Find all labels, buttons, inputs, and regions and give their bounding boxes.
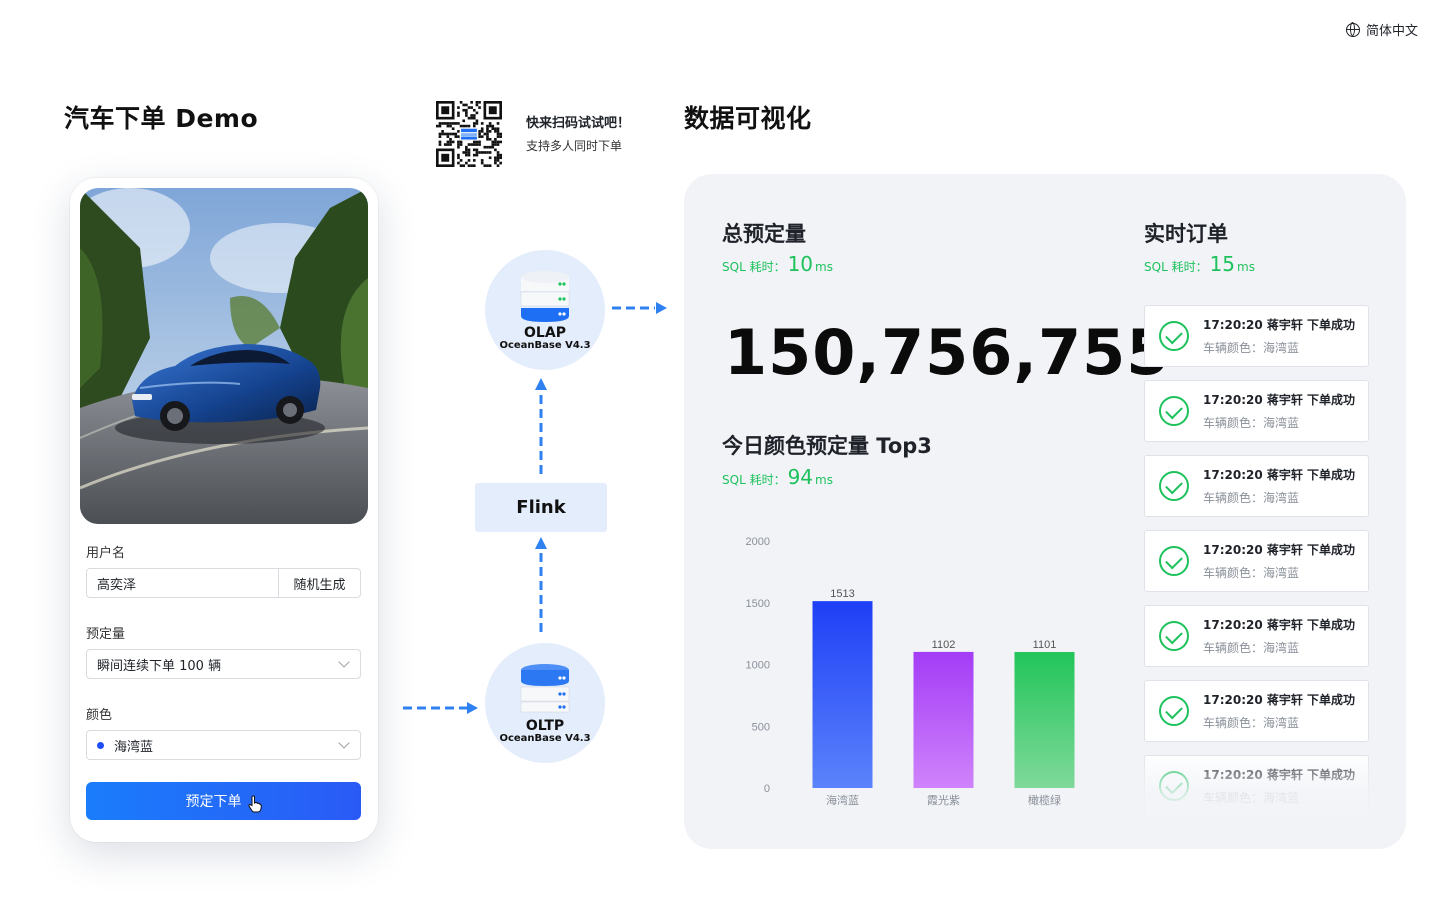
globe-icon [1345,22,1360,37]
hand-cursor-icon [247,795,262,813]
color-label: 颜色 [86,708,113,723]
check-circle-icon [1159,396,1189,426]
order-detail: 车辆颜色：海湾蓝 [1203,791,1300,805]
check-circle-icon [1159,621,1189,651]
order-detail: 车辆颜色：海湾蓝 [1203,416,1300,430]
order-item: 17:20:20 蒋宇轩 下单成功 车辆颜色：海湾蓝 [1144,530,1369,592]
qr-caption-line2: 支持多人同时下单 [526,139,623,153]
y-tick-label: 2000 [746,536,770,548]
olap-version: OceanBase V4.3 [499,340,591,351]
total-value: 150,756,755 [724,316,1171,389]
oltp-node: OLTP OceanBase V4.3 [485,643,605,763]
realtime-heading: 实时订单 [1144,222,1228,246]
qr-caption-line1: 快来扫码试试吧！ [526,116,631,131]
check-circle-icon [1159,321,1189,351]
color-select[interactable]: 海湾蓝 [86,730,361,760]
sql-unit: ms [1237,260,1255,274]
y-tick-label: 500 [752,721,770,733]
phone-mockup: 用户名 高奕泽 随机生成 预定量 瞬间连续下单 100 辆 颜色 海湾蓝 预定下… [70,178,378,842]
bar-1 [913,651,974,788]
top3-sql-time: SQL 耗时： 94 ms [722,465,833,489]
order-detail: 车辆颜色：海湾蓝 [1203,641,1300,655]
order-title: 17:20:20 蒋宇轩 下单成功 [1203,468,1356,482]
x-tick-label: 橄榄绿 [1028,793,1061,807]
bar-value-label: 1513 [830,588,854,600]
username-value[interactable]: 高奕泽 [87,574,278,593]
language-switch[interactable]: 简体中文 [1345,20,1418,39]
x-tick-label: 霞光紫 [927,793,960,807]
oltp-name: OLTP [525,718,565,734]
sql-label: SQL 耗时： [722,260,786,274]
sql-label: SQL 耗时： [722,473,786,487]
qr-code-icon [436,101,502,167]
color-value: 海湾蓝 [114,739,154,755]
app-root: 简体中文 汽车下单 Demo 数据可视化 快来扫码试试吧！ 支持多人同时下单 用… [0,0,1440,900]
order-title: 17:20:20 蒋宇轩 下单成功 [1203,693,1356,707]
order-detail: 车辆颜色：海湾蓝 [1203,566,1300,580]
language-label: 简体中文 [1365,24,1418,39]
order-detail: 车辆颜色：海湾蓝 [1203,341,1300,355]
x-tick-label: 海湾蓝 [826,793,859,807]
car-photo [80,188,368,524]
left-title: 汽车下单 Demo [64,104,259,133]
chevron-down-icon [338,737,350,749]
olap-node: OLAP OceanBase V4.3 [485,250,605,370]
sql-unit: ms [815,260,833,274]
qr-caption: 快来扫码试试吧！ 支持多人同时下单 [526,112,630,154]
dashboard-panel: 总预定量 SQL 耗时： 10 ms 150,756,755 今日颜色预定量 T… [684,174,1406,849]
quantity-label: 预定量 [86,627,126,642]
order-item: 17:20:20 蒋宇轩 下单成功 车辆颜色：海湾蓝 [1144,305,1369,367]
database-icon [520,664,570,713]
top3-bar-chart: 0 500 1000 1500 2000 1513 海湾蓝 1102 霞光紫 1101 橄榄绿 [746,536,1075,807]
order-detail: 车辆颜色：海湾蓝 [1203,716,1300,730]
right-title: 数据可视化 [684,104,812,133]
sql-value: 15 [1209,252,1236,276]
order-item: 17:20:20 蒋宇轩 下单成功 车辆颜色：海湾蓝 [1144,680,1369,742]
oltp-version: OceanBase V4.3 [499,733,591,744]
order-title: 17:20:20 蒋宇轩 下单成功 [1203,393,1356,407]
bar-value-label: 1101 [1033,639,1057,651]
order-item: 17:20:20 蒋宇轩 下单成功 车辆颜色：海湾蓝 [1144,605,1369,667]
flink-node: Flink [475,483,607,532]
username-label: 用户名 [86,546,126,561]
sql-value: 94 [787,465,814,489]
total-heading: 总预定量 [722,222,806,246]
quantity-select[interactable]: 瞬间连续下单 100 辆 [86,649,361,679]
olap-name: OLAP [524,325,566,341]
order-item: 17:20:20 蒋宇轩 下单成功 车辆颜色：海湾蓝 [1144,455,1369,517]
bar-value-label: 1102 [932,639,956,651]
sql-unit: ms [815,473,833,487]
bar-0 [812,601,873,788]
quantity-value: 瞬间连续下单 100 辆 [97,658,222,674]
sql-value: 10 [787,252,814,276]
random-generate-button[interactable]: 随机生成 [278,569,360,597]
order-title: 17:20:20 蒋宇轩 下单成功 [1203,618,1356,632]
total-sql-time: SQL 耗时： 10 ms [722,252,833,276]
chevron-down-icon [338,656,350,668]
order-item: 17:20:20 蒋宇轩 下单成功 车辆颜色：海湾蓝 [1144,755,1369,817]
y-tick-label: 1500 [746,598,770,610]
database-icon [520,271,570,322]
order-item: 17:20:20 蒋宇轩 下单成功 车辆颜色：海湾蓝 [1144,380,1369,442]
order-detail: 车辆颜色：海湾蓝 [1203,491,1300,505]
submit-order-button[interactable]: 预定下单 [86,782,361,820]
y-tick-label: 0 [764,783,770,795]
check-circle-icon [1159,771,1189,801]
check-circle-icon [1159,696,1189,726]
order-title: 17:20:20 蒋宇轩 下单成功 [1203,318,1356,332]
order-title: 17:20:20 蒋宇轩 下单成功 [1203,543,1356,557]
bar-2 [1014,652,1075,788]
sql-label: SQL 耗时： [1144,260,1208,274]
y-tick-label: 1000 [746,660,770,672]
check-circle-icon [1159,471,1189,501]
color-dot-icon [97,741,104,749]
order-title: 17:20:20 蒋宇轩 下单成功 [1203,768,1356,782]
username-field[interactable]: 高奕泽 随机生成 [86,568,361,598]
check-circle-icon [1159,546,1189,576]
submit-label: 预定下单 [185,794,242,810]
realtime-sql-time: SQL 耗时： 15 ms [1144,252,1255,276]
top3-heading: 今日颜色预定量 Top3 [722,434,932,458]
